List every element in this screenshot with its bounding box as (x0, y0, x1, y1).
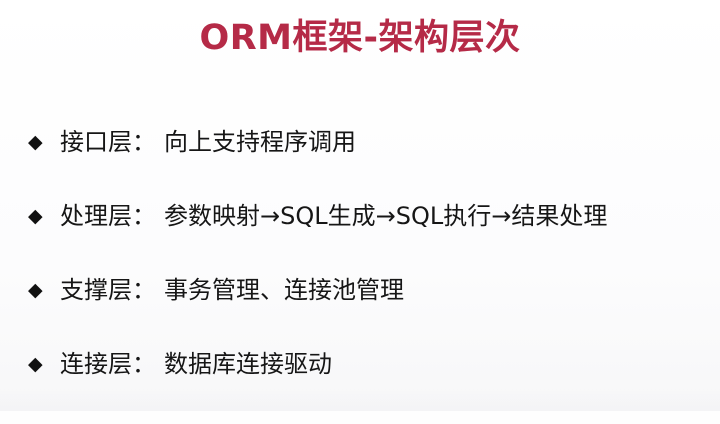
page-title: ORM框架-架构层次 (199, 18, 521, 58)
list-item-text: 处理层： 参数映射→SQL生成→SQL执行→结果处理 (60, 202, 607, 230)
layer-separator: ： (132, 350, 156, 378)
list-item: ◆ 连接层： 数据库连接驱动 (28, 350, 708, 424)
architecture-layer-list: ◆ 接口层： 向上支持程序调用 ◆ 处理层： 参数映射→SQL生成→SQL执行→结果… (28, 128, 708, 424)
layer-label: 支撑层 (60, 276, 132, 304)
layer-description: 事务管理、连接池管理 (164, 276, 404, 304)
list-item-text: 连接层： 数据库连接驱动 (60, 350, 332, 378)
list-item: ◆ 支撑层： 事务管理、连接池管理 (28, 276, 708, 350)
layer-description: 参数映射→SQL生成→SQL执行→结果处理 (164, 202, 608, 230)
layer-description: 数据库连接驱动 (164, 350, 332, 378)
layer-label: 处理层 (60, 202, 132, 230)
bottom-fade (0, 389, 720, 411)
layer-separator: ： (132, 276, 156, 304)
layer-label: 接口层 (60, 128, 132, 156)
list-item-text: 接口层： 向上支持程序调用 (60, 128, 356, 156)
list-item: ◆ 处理层： 参数映射→SQL生成→SQL执行→结果处理 (28, 202, 708, 276)
list-item-text: 支撑层： 事务管理、连接池管理 (60, 276, 404, 304)
diamond-bullet-icon: ◆ (28, 205, 43, 227)
diamond-bullet-icon: ◆ (28, 131, 43, 153)
slide: ORM框架-架构层次 ◆ 接口层： 向上支持程序调用 ◆ 处理层： 参数映射→SQL… (0, 0, 720, 411)
layer-description: 向上支持程序调用 (164, 128, 356, 156)
list-item: ◆ 接口层： 向上支持程序调用 (28, 128, 708, 202)
diamond-bullet-icon: ◆ (28, 353, 43, 375)
diamond-bullet-icon: ◆ (28, 279, 43, 301)
layer-separator: ： (132, 128, 156, 156)
layer-separator: ： (132, 202, 156, 230)
layer-label: 连接层 (60, 350, 132, 378)
